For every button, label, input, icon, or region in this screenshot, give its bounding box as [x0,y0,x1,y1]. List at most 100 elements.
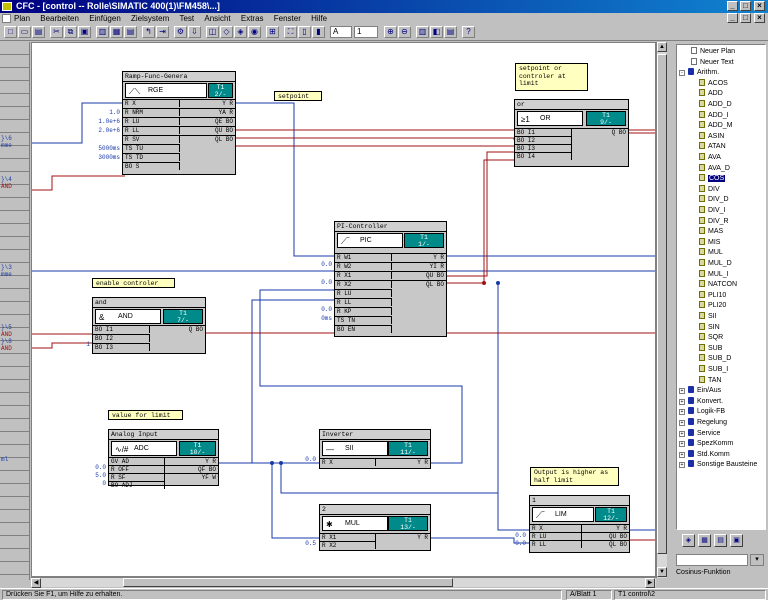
pin-nrm[interactable]: R NRM [123,108,180,116]
pin-q[interactable]: Q BO [572,128,628,136]
pin-qu[interactable]: QU BO [392,271,446,279]
print-icon[interactable]: ▤ [32,26,45,38]
pin-ya[interactable]: YA R [180,108,235,116]
pin-qu[interactable]: QU BO [582,532,629,540]
sheet-icon[interactable]: ▮ [312,26,325,38]
value-pic-x2[interactable]: 0.0 [302,279,332,286]
cfc-chart-canvas[interactable]: setpoint setpoint or controler at limit … [31,42,656,577]
catalog-item[interactable]: DIV [699,184,720,195]
value-ramp-tu[interactable]: 5000ms [82,145,120,152]
pin-x[interactable]: R X [320,458,376,466]
catalog-item[interactable]: ADD_M [699,121,733,131]
new-icon[interactable]: □ [4,26,17,38]
pin-sf[interactable]: R SF [109,473,165,481]
menu-einfuegen[interactable]: Einfügen [89,13,121,24]
maximize-button[interactable]: □ [740,1,751,11]
page-select[interactable]: 1 [354,26,378,38]
block-pi-controller[interactable]: PI-Controller ⟋‾ PIC T1 1/- R W1 R W2 R X1… [334,221,447,337]
pin-tu[interactable]: TS TU [123,144,180,152]
catalog-item[interactable]: Logik-FB [688,407,725,417]
catalog-item[interactable]: SUB [699,343,722,354]
horizontal-scrollbar[interactable]: ◀ ▶ [31,577,656,588]
expand-icon[interactable]: + [679,441,685,448]
menu-hilfe[interactable]: Hilfe [311,13,327,24]
catalog-item[interactable]: SUB_D [699,354,731,364]
pin-tn[interactable]: TS TN [335,316,392,324]
pin-lu[interactable]: R LU [530,532,582,540]
sheet-bar-label[interactable]: }\8 [1,338,12,345]
minimize-button[interactable]: _ [727,1,738,11]
value-adc-sf[interactable]: 5.0 [82,472,106,479]
watch-on-icon[interactable]: ◈ [234,26,247,38]
help-icon[interactable]: ? [462,26,475,38]
catalog-search-button[interactable]: ▾ [750,554,764,566]
block-lim[interactable]: 1 ⟋‾ LIM T1 12/- R X R LU R LL Y R QU BO Q… [529,495,630,553]
catalog-item[interactable]: DIV_I [699,206,726,216]
pin-qe[interactable]: QE BO [180,117,235,125]
pin-i1[interactable]: BO I1 [93,325,150,333]
collapse-icon[interactable]: - [679,70,685,77]
pin-adj[interactable]: BO ADJ [109,481,165,489]
pin-en[interactable]: BO EN [335,325,392,333]
sheet-view-icon[interactable]: ▦ [110,26,123,38]
catalog-item[interactable]: Konvert. [688,396,723,407]
menu-extras[interactable]: Extras [241,13,264,24]
scroll-up-icon[interactable]: ▲ [657,42,667,52]
catalog-item[interactable]: Std.Komm [688,449,730,460]
doc-close-button[interactable]: × [754,13,765,23]
value-lim-ll[interactable]: 0.0 [504,540,526,547]
catalog-item[interactable]: ATAN [699,142,726,152]
pin-lu[interactable]: R LU [335,289,392,297]
catalog-item[interactable]: MAS [699,227,723,237]
pin-x[interactable]: R X [123,99,180,107]
menu-fenster[interactable]: Fenster [274,13,301,24]
sheet-bar-label[interactable]: ml [1,456,8,463]
catalog-item[interactable]: AVA_D [699,163,730,174]
sheet-bar-label[interactable]: }\3 [1,264,12,271]
horizontal-scroll-thumb[interactable] [123,578,453,587]
doc-minimize-button[interactable]: _ [727,13,738,23]
note-enable-controler[interactable]: enable controler [92,278,175,288]
value-lim-lu[interactable]: 0.0 [504,532,526,539]
expand-icon[interactable]: + [679,398,685,405]
pin-qu[interactable]: QU BO [180,126,235,134]
catalog-item[interactable]: TAN [699,375,721,386]
fit-icon[interactable]: ⛶ [284,26,297,38]
pin-w1[interactable]: R W1 [335,253,392,261]
vertical-scroll-thumb[interactable] [657,54,667,554]
expand-icon[interactable]: + [679,409,685,416]
pin-y[interactable]: Y R [376,533,430,541]
catalog-search-input[interactable] [676,554,748,566]
page-icon[interactable]: ▯ [298,26,311,38]
sheet-bar-label[interactable]: AND [1,331,12,338]
catalog-item[interactable]: PLI10 [699,290,726,301]
pin-i3[interactable]: BO I3 [93,343,150,351]
app-icon[interactable] [2,2,12,11]
catalog-library-tab-icon[interactable]: ▤ [714,534,727,547]
note-value-for-limit[interactable]: value for limit [108,410,183,420]
catalog-item[interactable]: ASIN [699,131,724,142]
value-pic-kp[interactable]: 0.0 [302,306,332,313]
catalog-item[interactable]: SII [699,312,717,322]
doc-restore-button[interactable]: □ [740,13,751,23]
catalog-item[interactable]: NATCON [699,280,737,290]
copy-icon[interactable]: ⧉ [64,26,77,38]
test-mode-icon[interactable]: ◫ [206,26,219,38]
catalog-item[interactable]: ADD [699,89,723,99]
catalog-item[interactable]: MUL [699,248,723,258]
value-adc-off[interactable]: 0.0 [82,464,106,471]
catalog-item[interactable]: Regelung [688,418,727,428]
catalog-item[interactable]: Service [688,428,720,439]
catalog-item[interactable]: Neuer Plan [691,47,735,57]
scroll-right-icon[interactable]: ▶ [645,578,655,588]
catalog-unplaced-tab-icon[interactable]: ▣ [730,534,743,547]
expand-icon[interactable]: + [679,388,685,395]
catalog-item[interactable]: MUL_D [699,259,732,269]
catalog-item[interactable]: ADD_I [699,110,729,121]
value-inv-x[interactable]: 0.0 [294,456,316,463]
pin-qf[interactable]: QF BO [165,465,218,473]
catalog-charts-tab-icon[interactable]: ▦ [698,534,711,547]
sheet-bar-label[interactable]: AND [1,345,12,352]
catalog-icon[interactable]: ▥ [96,26,109,38]
pin-x[interactable]: R X [530,524,582,532]
